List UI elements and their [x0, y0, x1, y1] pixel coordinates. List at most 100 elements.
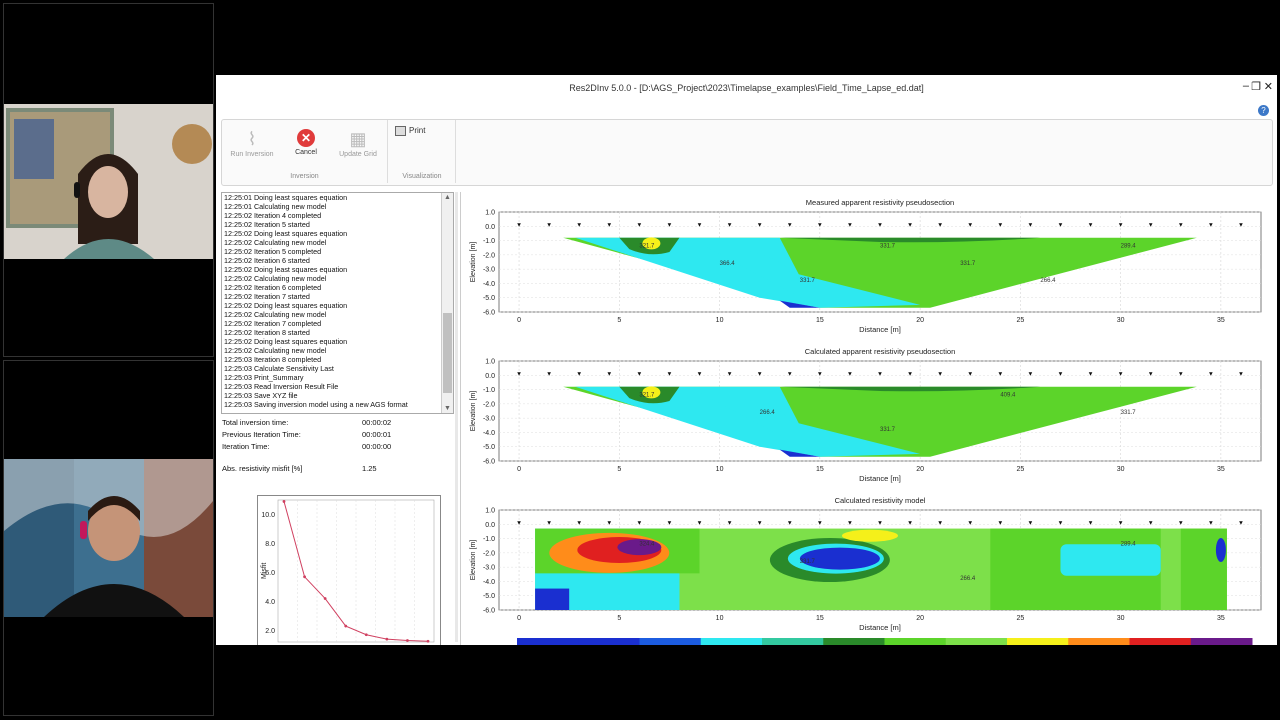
log-line: 12:25:02 Iteration 7 completed — [224, 319, 322, 328]
section-xlabel: Distance [m] — [859, 325, 901, 334]
misfit-ytick-label: 8.0 — [265, 541, 275, 548]
run-inversion-button[interactable]: ⌇ Run Inversion — [226, 129, 278, 158]
section-ytick-label: -4.0 — [483, 579, 495, 586]
run-inversion-label: Run Inversion — [230, 151, 274, 158]
log-line: 12:25:02 Iteration 6 started — [224, 256, 310, 265]
contour-label: 266.4 — [1040, 278, 1056, 284]
title-bar: Res2DInv 5.0.0 - [D:\AGS_Project\2023\Ti… — [216, 75, 1277, 101]
misfit-point — [282, 500, 286, 503]
section-ytick-label: -3.0 — [483, 416, 495, 423]
section-xtick-label: 25 — [1016, 615, 1024, 622]
log-line: 12:25:03 Save XYZ file — [224, 391, 298, 400]
contour-label: 266.4 — [960, 576, 976, 582]
section-xtick-label: 35 — [1217, 466, 1225, 473]
help-icon[interactable]: ? — [1258, 105, 1269, 116]
section-xtick-label: 15 — [816, 317, 824, 324]
section-xtick-label: 30 — [1117, 317, 1125, 324]
model-low-zone — [1215, 538, 1226, 562]
section-ytick-label: -6.0 — [483, 459, 495, 466]
colorbar-segment — [578, 638, 640, 645]
colorbar-segment — [1007, 638, 1069, 645]
inversion-stats: Total inversion time: 00:00:02 Previous I… — [222, 418, 450, 476]
contour-label: 331.7 — [960, 261, 976, 267]
contour-label: 321.7 — [639, 244, 655, 250]
visualization-group: Print Visualization — [389, 120, 456, 183]
section-model: Calculated resistivity model 0 5 10 15 20 25 30… — [470, 496, 1262, 632]
log-line: 12:25:03 Print_Summary — [224, 373, 304, 382]
misfit-point — [364, 633, 368, 637]
misfit-point — [426, 639, 430, 643]
section-title: Calculated apparent resistivity pseudose… — [805, 347, 956, 356]
misfit-point — [385, 637, 389, 641]
section-xtick-label: 35 — [1217, 317, 1225, 324]
print-button[interactable]: Print — [395, 126, 425, 136]
misfit-row: Abs. resistivity misfit [%] 1.25 — [222, 464, 450, 476]
visualization-group-label: Visualization — [402, 173, 442, 180]
section-ytick-label: -5.0 — [483, 295, 495, 302]
contour-label: 331.7 — [800, 559, 816, 565]
section-xtick-label: 10 — [716, 615, 724, 622]
log-line: 12:25:02 Doing least squares equation — [224, 337, 348, 346]
close-button[interactable]: ✕ — [1264, 80, 1273, 93]
log-line: 12:25:02 Calculating new model — [224, 274, 327, 283]
section-xtick-label: 15 — [816, 466, 824, 473]
section-ytick-label: -2.0 — [483, 252, 495, 259]
section-ylabel: Elevation [m] — [470, 242, 477, 283]
contour-label: 366.4 — [720, 261, 736, 267]
contour-label: 324.4 — [639, 542, 655, 548]
colorbar-segment — [1129, 638, 1192, 645]
section-xlabel: Distance [m] — [859, 623, 901, 632]
log-line: 12:25:02 Iteration 6 completed — [224, 283, 322, 292]
res2dinv-window: Res2DInv 5.0.0 - [D:\AGS_Project\2023\Ti… — [216, 75, 1277, 645]
contour-label: 331.7 — [800, 278, 816, 284]
window-title: Res2DInv 5.0.0 - [D:\AGS_Project\2023\Ti… — [569, 83, 924, 93]
misfit-value: 1.25 — [362, 464, 377, 473]
cancel-button[interactable]: ✕ Cancel — [280, 129, 332, 156]
total-time-value: 00:00:02 — [362, 418, 392, 427]
colorbar-segment — [517, 638, 579, 645]
section-ytick-label: -1.0 — [483, 387, 495, 394]
inversion-log[interactable]: 12:25:01 Doing least squares equation 12:… — [221, 192, 454, 414]
section-ytick-label: -6.0 — [483, 310, 495, 317]
contour-label: 266.4 — [760, 410, 776, 416]
colorbar-segment — [884, 638, 947, 645]
log-line: 12:25:02 Iteration 4 completed — [224, 211, 322, 220]
section-ytick-label: -4.0 — [483, 281, 495, 288]
log-line: 12:25:03 Read Inversion Result File — [224, 382, 339, 391]
colorbar-segment — [762, 638, 824, 645]
update-grid-button[interactable]: ▦ Update Grid — [332, 129, 384, 158]
section-xlabel: Distance [m] — [859, 474, 901, 483]
section-xtick-label: 0 — [517, 317, 521, 324]
log-scroll-thumb[interactable] — [443, 313, 452, 393]
chart-icon: ⌇ — [247, 129, 257, 149]
section-xtick-label: 0 — [517, 615, 521, 622]
scroll-up-icon[interactable]: ▲ — [442, 194, 453, 201]
contour-label: 331.7 — [1121, 410, 1137, 416]
total-time-row: Total inversion time: 00:00:02 — [222, 418, 450, 430]
misfit-label: Abs. resistivity misfit [%] — [222, 464, 303, 473]
section-xtick-label: 10 — [716, 466, 724, 473]
scroll-down-icon[interactable]: ▼ — [442, 405, 453, 412]
section-xtick-label: 10 — [716, 317, 724, 324]
minimize-button[interactable]: – — [1243, 80, 1249, 92]
section-xtick-label: 5 — [617, 317, 621, 324]
section-xtick-label: 20 — [916, 615, 924, 622]
restore-button[interactable]: ❐ — [1251, 80, 1261, 93]
section-ytick-label: 0.0 — [485, 373, 495, 380]
contour-label: 409.4 — [1000, 393, 1016, 399]
section-ytick-label: -1.0 — [483, 536, 495, 543]
participant-video-tile-1 — [3, 3, 214, 357]
section-ytick-label: 1.0 — [485, 508, 495, 515]
misfit-ytick-label: 10.0 — [261, 512, 275, 519]
colorbar-segment — [639, 638, 702, 645]
log-scrollbar[interactable]: ▲ ▼ — [441, 193, 453, 413]
print-label: Print — [409, 126, 426, 136]
participant-video-2 — [4, 361, 213, 715]
log-line: 12:25:02 Doing least squares equation — [224, 229, 348, 238]
misfit-point — [406, 639, 409, 642]
panel-splitter[interactable] — [455, 192, 458, 642]
colorbar-segment — [700, 638, 763, 645]
model-low-zone — [535, 588, 570, 610]
inversion-group: ⌇ Run Inversion ✕ Cancel ▦ Update Grid I… — [222, 120, 388, 183]
section-xtick-label: 0 — [517, 466, 521, 473]
